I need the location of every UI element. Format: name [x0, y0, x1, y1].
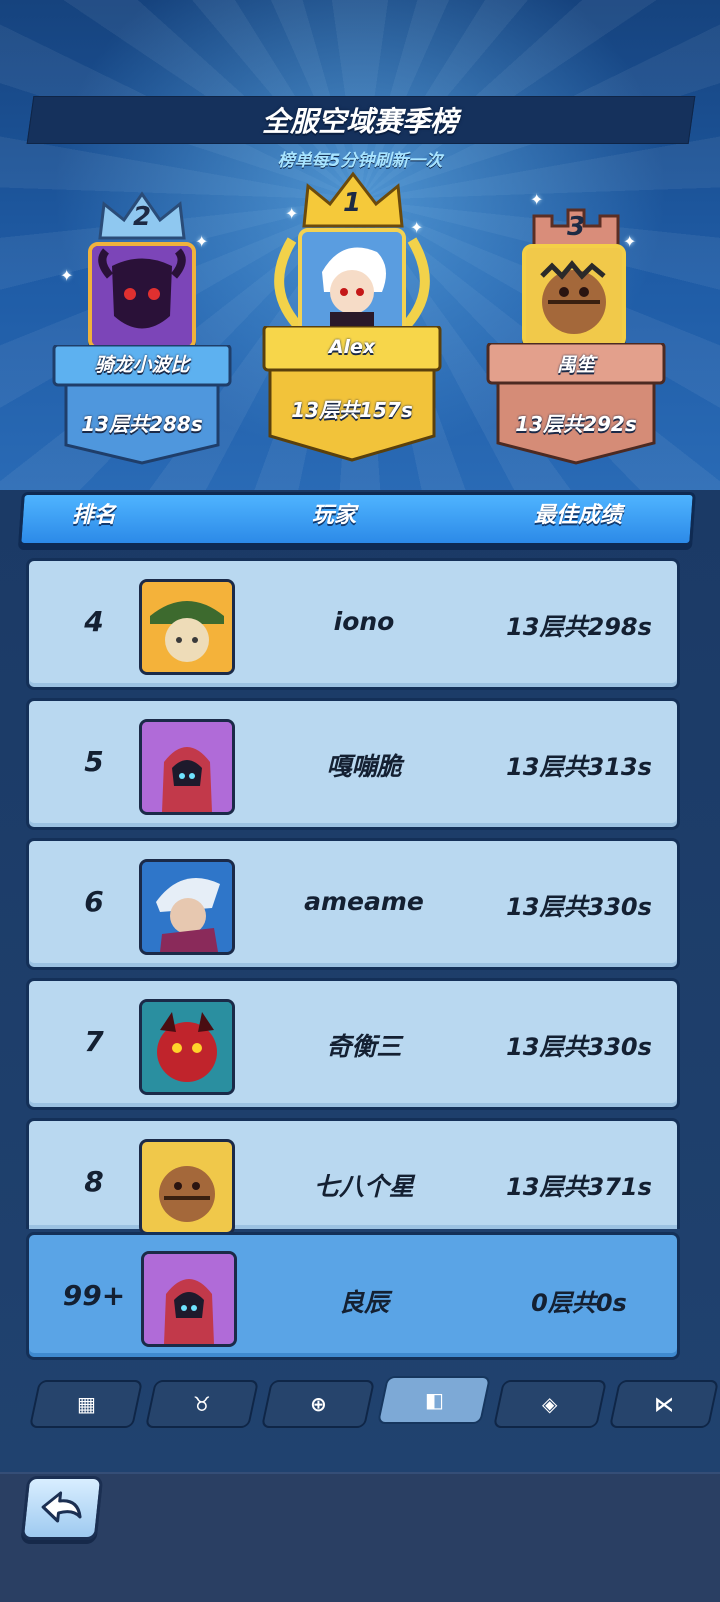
row-best-score: 13层共330s	[506, 893, 652, 921]
tab-emblem[interactable]: ◈	[492, 1380, 608, 1428]
leaderboard-row[interactable]: 5 嘎嘣脆 13层共313s	[26, 698, 680, 830]
row-player-name: iono	[333, 607, 395, 636]
leaderboard-row[interactable]: 7 奇衡三 13层共330s	[26, 978, 680, 1110]
column-header-best: 最佳成绩	[534, 503, 623, 528]
pumpkin-monster-avatar-icon	[142, 1142, 232, 1232]
player-avatar	[139, 1139, 235, 1235]
podium-third[interactable]: 3 禺笙 13层共292s	[486, 206, 666, 476]
row-best-score: 13层共313s	[506, 753, 652, 781]
hooded-figure-avatar-icon	[144, 1254, 234, 1344]
pumpkin-monster-avatar-icon	[526, 248, 622, 344]
leaderboard-row[interactable]: 8 七八个星 13层共371s	[26, 1118, 680, 1235]
back-button[interactable]	[20, 1476, 104, 1540]
row-best-score: 13层共371s	[506, 1173, 652, 1201]
white-hair-hero-avatar-icon	[302, 232, 402, 332]
podium-player-name: 禺笙	[556, 354, 595, 376]
tab-branch[interactable]: ⋉	[608, 1380, 720, 1428]
podium-score: 13层共157s	[291, 398, 413, 422]
column-header-rank: 排名	[72, 503, 117, 528]
emblem-icon: ◈	[542, 1392, 558, 1416]
refresh-note: 榜单每5分钟刷新一次	[277, 151, 443, 171]
leaderboard-row[interactable]: 4 iono 13层共298s	[26, 558, 680, 690]
row-rank: 6	[84, 885, 104, 918]
player-avatar	[139, 579, 235, 675]
tower-icon: ▦	[76, 1392, 96, 1416]
self-rank-row[interactable]: 99+ 良辰 0层共0s	[26, 1232, 680, 1360]
category-tabs: ▦ ♉ ⊕ ◧ ◈ ⋉	[28, 1376, 720, 1428]
podium-second[interactable]: 2 骑龙小波比 13层共288s	[52, 190, 232, 470]
tab-cards[interactable]: ◧	[376, 1376, 492, 1424]
silver-hair-warrior-avatar-icon	[142, 862, 232, 952]
self-rank: 99+	[62, 1279, 126, 1312]
row-player-name: 嘎嘣脆	[326, 752, 402, 781]
podium-rank-number: 3	[566, 212, 586, 242]
cards-icon: ◧	[424, 1388, 444, 1412]
red-demon-avatar-icon	[142, 1002, 232, 1092]
player-avatar	[139, 719, 235, 815]
bull-icon: ♉	[193, 1392, 211, 1416]
self-avatar	[141, 1251, 237, 1347]
tab-tower[interactable]: ▦	[28, 1380, 144, 1428]
row-player-name: 奇衡三	[326, 1032, 402, 1061]
player-avatar	[139, 859, 235, 955]
hooded-figure-avatar-icon	[142, 722, 232, 812]
podium-avatar	[298, 228, 406, 336]
podium-rank-number: 1	[342, 188, 362, 218]
self-player-name: 良辰	[338, 1288, 389, 1317]
podium-player-name: Alex	[328, 336, 376, 358]
row-rank: 7	[84, 1025, 104, 1058]
camo-hat-avatar-icon	[142, 582, 232, 672]
row-rank: 5	[84, 745, 104, 778]
row-best-score: 13层共330s	[506, 1033, 652, 1061]
podium-rank-number: 2	[132, 202, 152, 232]
podium-avatar	[522, 244, 626, 348]
branch-icon: ⋉	[654, 1392, 674, 1416]
row-best-score: 13层共298s	[506, 613, 652, 641]
row-rank: 8	[84, 1165, 104, 1198]
column-header-player: 玩家	[312, 503, 357, 528]
podium-player-name: 骑龙小波比	[94, 354, 190, 376]
player-avatar	[139, 999, 235, 1095]
podium-score: 13层共292s	[515, 412, 637, 436]
tab-shield[interactable]: ⊕	[260, 1380, 376, 1428]
bottom-bar	[0, 1472, 720, 1602]
podium-avatar	[88, 242, 196, 350]
demon-mask-avatar-icon	[92, 246, 192, 346]
tab-bull[interactable]: ♉	[144, 1380, 260, 1428]
row-player-name: 七八个星	[313, 1172, 414, 1201]
self-best-score: 0层共0s	[531, 1289, 627, 1317]
leaderboard-row[interactable]: 6 ameame 13层共330s	[26, 838, 680, 970]
shield-plus-icon: ⊕	[309, 1392, 327, 1416]
podium-score: 13层共288s	[81, 412, 203, 436]
page-title: 全服空域赛季榜	[261, 105, 458, 138]
back-arrow-icon	[41, 1491, 82, 1523]
row-rank: 4	[84, 605, 104, 638]
podium-first[interactable]: 1 Alex 13层共157s	[262, 170, 442, 470]
row-player-name: ameame	[304, 887, 424, 916]
